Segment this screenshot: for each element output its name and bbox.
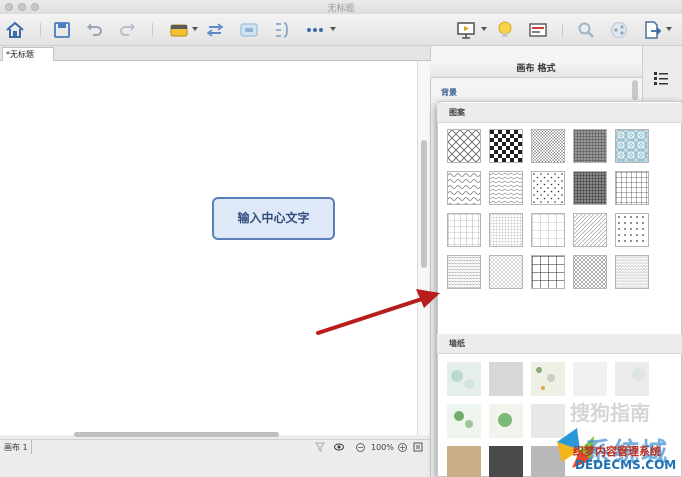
wallpaper-tile[interactable]	[489, 404, 523, 438]
window-title: 无标题	[327, 4, 355, 14]
pattern-swatch-dark-grid[interactable]	[573, 171, 607, 205]
pattern-swatch-knit[interactable]	[447, 255, 481, 289]
redo-icon[interactable]	[117, 20, 137, 40]
pattern-swatch-ornament-tile[interactable]	[615, 129, 649, 163]
zoom-level[interactable]: 100%	[371, 443, 394, 452]
format-list-icon[interactable]	[653, 70, 669, 86]
pattern-swatch-fine-crosshatch[interactable]	[531, 129, 565, 163]
save-icon[interactable]	[52, 20, 72, 40]
pattern-swatch-diagonal-lines[interactable]	[573, 213, 607, 247]
presentation-dropdown-icon[interactable]	[481, 27, 487, 31]
pattern-swatch-speckle[interactable]	[615, 255, 649, 289]
tab-untitled[interactable]: *无标题	[2, 47, 54, 62]
sheet-tab[interactable]: 画布 1	[4, 442, 28, 453]
pattern-swatch-dense-grid[interactable]	[573, 129, 607, 163]
status-bar: 画布 1 − 100% +	[0, 439, 430, 477]
wallpaper-tile[interactable]	[447, 362, 481, 396]
boundary-icon[interactable]	[239, 20, 259, 40]
pattern-swatch-square-grid[interactable]	[615, 171, 649, 205]
pattern-swatch-crosshatch-light[interactable]	[489, 255, 523, 289]
pattern-swatch-dots-sparse[interactable]	[531, 171, 565, 205]
pattern-swatch-dot-grid[interactable]	[615, 213, 649, 247]
wallpaper-tile[interactable]	[573, 362, 607, 396]
idea-icon[interactable]	[495, 20, 515, 40]
export-icon[interactable]	[642, 20, 662, 40]
watermark-url: DEDECMS.COM	[575, 458, 677, 472]
panel-scroll-thumb[interactable]	[632, 80, 638, 100]
pattern-swatch-thin-grid[interactable]	[447, 213, 481, 247]
central-topic[interactable]: 输入中心文字	[212, 197, 335, 240]
panel-title: 画布 格式	[430, 61, 642, 78]
wallpaper-tile[interactable]	[489, 446, 523, 477]
outliner-icon[interactable]	[528, 20, 548, 40]
document-tabbar: *无标题	[0, 46, 430, 62]
zoom-out-button[interactable]: −	[356, 443, 365, 452]
summary-icon[interactable]	[272, 20, 292, 40]
pattern-swatch-wide-grid[interactable]	[531, 213, 565, 247]
export-dropdown-icon[interactable]	[666, 27, 672, 31]
zoom-in-button[interactable]: +	[398, 443, 407, 452]
more-dropdown-icon[interactable]	[330, 27, 336, 31]
filter-icon[interactable]	[315, 442, 325, 452]
presentation-icon[interactable]	[456, 20, 476, 40]
pattern-swatch-weave[interactable]	[573, 255, 607, 289]
wallpaper-tile[interactable]	[447, 404, 481, 438]
wallpaper-tile[interactable]	[447, 446, 481, 477]
main-toolbar	[0, 14, 682, 46]
wallpaper-tile[interactable]	[489, 362, 523, 396]
toolbar-divider	[40, 23, 41, 37]
share-icon[interactable]	[609, 20, 629, 40]
sheet-divider	[31, 440, 32, 454]
toolbar-divider	[562, 23, 563, 37]
background-label: 背景	[441, 88, 457, 97]
eye-icon[interactable]	[334, 442, 344, 452]
home-icon[interactable]	[5, 20, 25, 40]
search-icon[interactable]	[576, 20, 596, 40]
pattern-swatch-diamond-lattice[interactable]	[447, 129, 481, 163]
pattern-swatch-wave[interactable]	[489, 171, 523, 205]
pattern-swatch-checker[interactable]	[489, 129, 523, 163]
watermark-caption: 织梦内容管理系统	[573, 445, 661, 458]
mindmap-canvas[interactable]: 输入中心文字	[0, 61, 418, 435]
wallpaper-tile[interactable]	[531, 362, 565, 396]
pattern-swatch-scribble[interactable]	[447, 171, 481, 205]
insert-topic-dropdown-icon[interactable]	[192, 27, 198, 31]
more-icon[interactable]	[305, 20, 325, 40]
relationship-icon[interactable]	[205, 20, 225, 40]
pattern-swatch-tight-grid[interactable]	[489, 213, 523, 247]
toolbar-divider	[152, 23, 153, 37]
insert-topic-icon[interactable]	[169, 20, 189, 40]
patterns-heading: 图案	[437, 103, 682, 123]
horizontal-scroll-thumb[interactable]	[74, 432, 279, 437]
pattern-swatch-bold-grid[interactable]	[531, 255, 565, 289]
vertical-scroll-thumb[interactable]	[421, 140, 427, 268]
watermark-sogou: 搜狗指南	[570, 401, 650, 425]
window-titlebar: 无标题	[0, 0, 682, 14]
undo-icon[interactable]	[85, 20, 105, 40]
wallpaper-heading: 墙纸	[437, 334, 682, 354]
fit-icon[interactable]	[413, 442, 423, 452]
wallpaper-tile[interactable]	[615, 362, 649, 396]
